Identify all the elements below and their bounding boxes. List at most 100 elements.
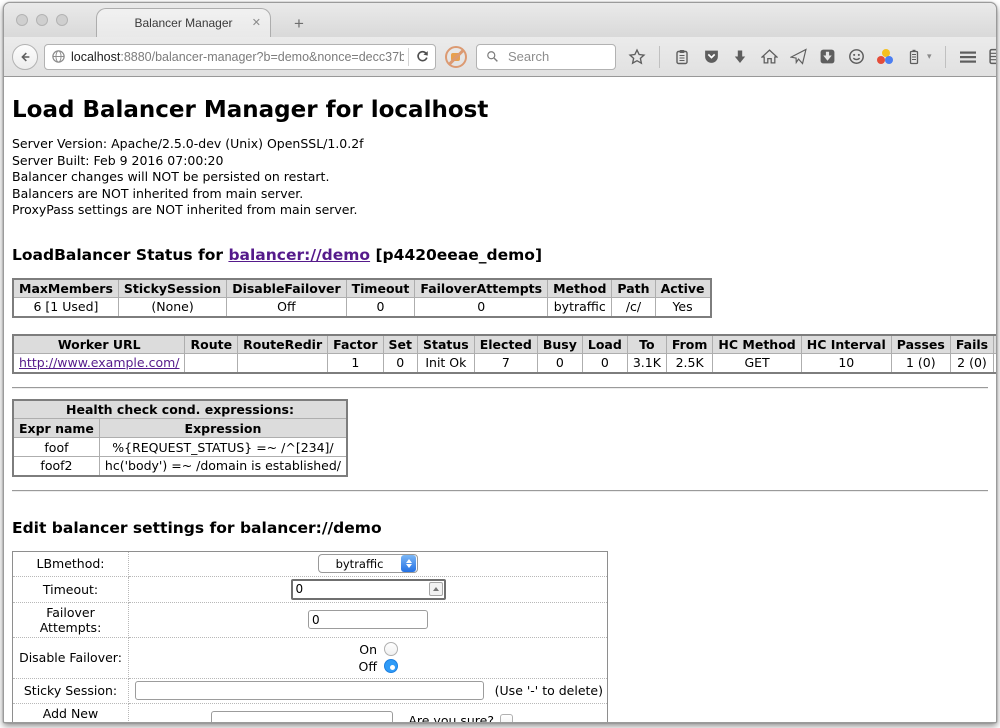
col-hc-uri: HC uri: [994, 335, 996, 354]
toolbar-divider-2: [945, 46, 946, 68]
timeout-input[interactable]: [291, 579, 446, 600]
cell-passes: 1 (0): [891, 354, 950, 373]
col-expr-name: Expr name: [13, 419, 99, 438]
search-input[interactable]: [506, 48, 606, 65]
cell-maxmembers: 6 [1 Used]: [13, 298, 118, 317]
cell-from: 2.5K: [666, 354, 713, 373]
col-hc-method: HC Method: [713, 335, 801, 354]
status-heading-suffix: [p4420eeae_demo]: [370, 246, 542, 264]
are-you-sure-checkbox[interactable]: [500, 714, 513, 722]
bookmark-star-icon[interactable]: [628, 48, 646, 66]
cell-fails: 2 (0): [950, 354, 993, 373]
add-new-worker-label: Add New Worker:: [13, 703, 129, 722]
divider: [12, 387, 988, 389]
new-tab-button[interactable]: +: [286, 14, 312, 34]
reload-icon[interactable]: [413, 48, 431, 66]
close-window-button[interactable]: [16, 14, 28, 26]
disable-failover-on-radio[interactable]: [384, 642, 398, 656]
divider: [12, 490, 988, 492]
col-fails: Fails: [950, 335, 993, 354]
health-table-title: Health check cond. expressions:: [13, 400, 347, 419]
tab-balancer-manager[interactable]: Balancer Manager ✕: [96, 8, 271, 37]
sidebar-grid-icon[interactable]: [988, 48, 997, 66]
search-bar[interactable]: [476, 44, 616, 70]
minimize-window-button[interactable]: [36, 14, 48, 26]
navigation-toolbar: localhost:8880/balancer-manager?b=demo&n…: [4, 37, 996, 77]
url-bar[interactable]: localhost:8880/balancer-manager?b=demo&n…: [44, 44, 436, 70]
col-elected: Elected: [474, 335, 537, 354]
server-version: Server Version: Apache/2.5.0-dev (Unix) …: [12, 136, 988, 153]
col-busy: Busy: [537, 335, 582, 354]
radio-off-label: Off: [359, 659, 377, 674]
health-check-table: Health check cond. expressions: Expr nam…: [12, 399, 348, 477]
blocked-content-icon[interactable]: [445, 46, 467, 68]
home-icon[interactable]: [760, 48, 778, 66]
are-you-sure-label: Are you sure?: [408, 713, 494, 722]
battery-icon[interactable]: [905, 48, 923, 66]
page-content: Load Balancer Manager for localhost Serv…: [4, 77, 996, 722]
disable-failover-off-radio[interactable]: [384, 659, 398, 673]
page-title: Load Balancer Manager for localhost: [12, 97, 988, 123]
notice-inherit-balancers: Balancers are NOT inherited from main se…: [12, 186, 988, 203]
col-timeout: Timeout: [346, 279, 415, 298]
cell-expression: hc('body') =~ /domain is established/: [99, 457, 347, 476]
url-path: :8880/balancer-manager?b=demo&nonce=decc…: [120, 50, 404, 64]
col-set: Set: [383, 335, 417, 354]
downloads-icon[interactable]: [731, 48, 749, 66]
col-method: Method: [548, 279, 612, 298]
cell-routeredir: [238, 354, 328, 373]
worker-url-link[interactable]: http://www.example.com/: [19, 355, 179, 370]
status-heading-prefix: LoadBalancer Status for: [12, 246, 228, 264]
cell-expression: %{REQUEST_STATUS} =~ /^[234]/: [99, 438, 347, 457]
chevron-down-icon[interactable]: ▾: [927, 51, 932, 62]
timeout-label: Timeout:: [13, 576, 129, 602]
table-header-row: MaxMembers StickySession DisableFailover…: [13, 279, 711, 298]
balancer-status-table: MaxMembers StickySession DisableFailover…: [12, 278, 712, 318]
failover-attempts-input[interactable]: [308, 610, 428, 629]
download-box-icon[interactable]: [818, 48, 836, 66]
number-spinner-icon[interactable]: [429, 582, 443, 596]
form-row-add-worker: Add New Worker: Are you sure?: [13, 703, 608, 722]
balancer-demo-link[interactable]: balancer://demo: [228, 246, 370, 264]
lbmethod-select[interactable]: bytraffic: [318, 554, 418, 573]
window-controls: [16, 14, 68, 26]
cell-to: 3.1K: [627, 354, 666, 373]
table-row: 6 [1 Used] (None) Off 0 0 bytraffic /c/ …: [13, 298, 711, 317]
back-button[interactable]: [12, 44, 38, 70]
col-factor: Factor: [328, 335, 383, 354]
add-new-worker-input[interactable]: [211, 711, 393, 722]
failover-attempts-label: Failover Attempts:: [13, 602, 129, 637]
cell-expr-name: foof: [13, 438, 99, 457]
pocket-icon[interactable]: [702, 48, 720, 66]
tab-close-icon[interactable]: ✕: [252, 16, 261, 29]
menu-hamburger-icon[interactable]: [959, 48, 977, 66]
col-worker-url: Worker URL: [13, 335, 185, 354]
extension-colors-icon[interactable]: [876, 48, 894, 66]
sticky-session-input[interactable]: [135, 681, 484, 700]
search-icon: [483, 48, 501, 66]
form-row-timeout: Timeout:: [13, 576, 608, 602]
url-text: localhost:8880/balancer-manager?b=demo&n…: [71, 50, 404, 64]
cell-hc-uri: [994, 354, 996, 373]
cell-route: [185, 354, 238, 373]
table-title-row: Health check cond. expressions:: [13, 400, 347, 419]
cell-failoverattempts: 0: [415, 298, 548, 317]
cell-status: Init Ok: [418, 354, 475, 373]
reading-list-icon[interactable]: [673, 48, 691, 66]
cell-busy: 0: [537, 354, 582, 373]
zoom-window-button[interactable]: [56, 14, 68, 26]
cell-hc-method: GET: [713, 354, 801, 373]
col-passes: Passes: [891, 335, 950, 354]
disable-failover-label: Disable Failover:: [13, 637, 129, 678]
titlebar: Balancer Manager ✕ +: [4, 3, 996, 37]
cell-disablefailover: Off: [227, 298, 346, 317]
urlbar-divider: [408, 48, 409, 66]
col-expression: Expression: [99, 419, 347, 438]
paper-plane-icon[interactable]: [789, 48, 807, 66]
hello-smiley-icon[interactable]: [847, 48, 865, 66]
tab-title: Balancer Manager: [134, 16, 232, 30]
col-from: From: [666, 335, 713, 354]
browser-window: Balancer Manager ✕ + localhost:8880/bala…: [3, 2, 997, 723]
worker-table: Worker URL Route RouteRedir Factor Set S…: [12, 334, 996, 374]
radio-on-label: On: [359, 642, 377, 657]
